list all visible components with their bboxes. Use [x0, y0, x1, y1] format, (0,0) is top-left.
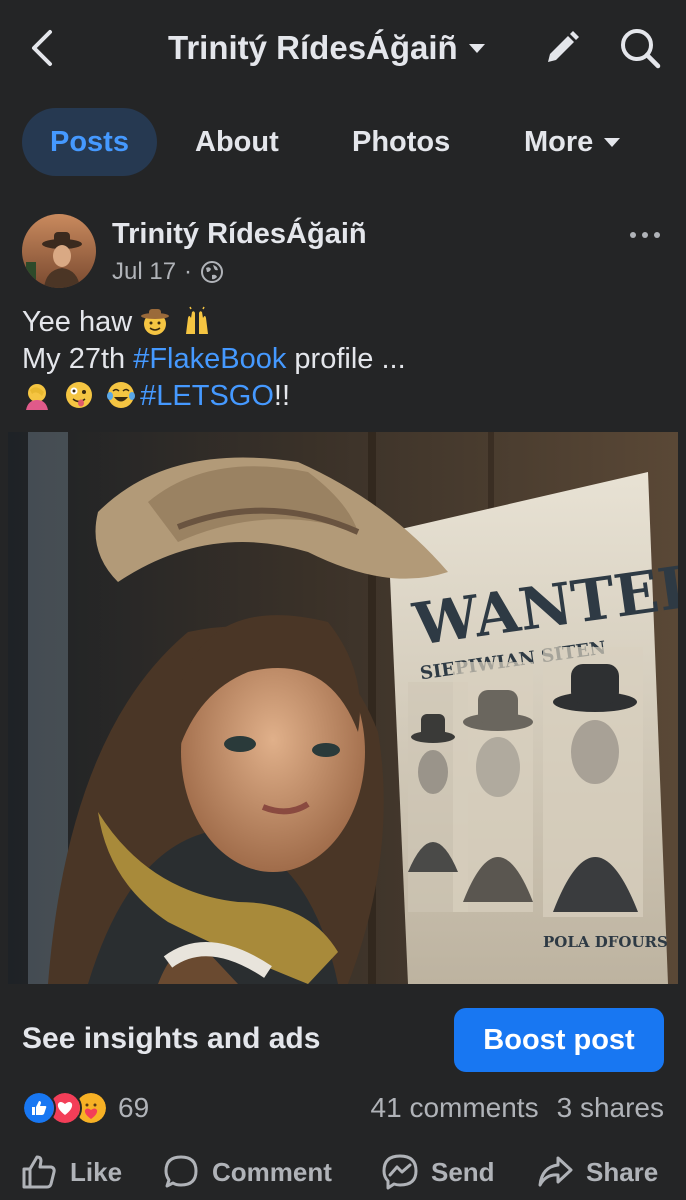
- search-button[interactable]: [616, 24, 664, 72]
- like-label: Like: [70, 1156, 123, 1187]
- share-button[interactable]: Share: [536, 1148, 658, 1196]
- comment-icon: [164, 1155, 198, 1188]
- shares-count[interactable]: 3 shares: [557, 1092, 664, 1124]
- reaction-count: 69: [118, 1092, 150, 1123]
- comment-label: Comment: [212, 1156, 332, 1187]
- page-title: Trinitý RídesÁğaiñ: [168, 29, 458, 66]
- send-button[interactable]: Send: [381, 1148, 495, 1196]
- tab-label: More: [524, 125, 594, 158]
- cowboy-emoji-icon: [141, 309, 170, 335]
- search-icon: [621, 29, 661, 69]
- tab-photos[interactable]: Photos: [352, 108, 450, 176]
- like-reaction-icon: [22, 1091, 56, 1125]
- post-line-2: My 27th #FlakeBook profile ...: [22, 343, 406, 375]
- pencil-icon: [548, 31, 579, 62]
- post-date[interactable]: Jul 17: [112, 258, 176, 286]
- post-action-bar: Like Comment Send Share: [0, 1148, 686, 1200]
- caret-down-icon: [468, 44, 485, 53]
- post-line-1: Yee haw: [22, 304, 662, 341]
- see-insights-link[interactable]: See insights and ads: [22, 1022, 320, 1056]
- zany-face-emoji-icon: [66, 382, 93, 408]
- thumbs-up-icon: [22, 1155, 56, 1189]
- engagement-stats: 41 comments 3 shares: [371, 1088, 664, 1128]
- share-label: Share: [586, 1156, 659, 1187]
- top-bar: Trinitý RídesÁğaiñ: [0, 0, 686, 96]
- post-photo[interactable]: WANTED SIEPIWIAN SITEN POLA DFOURS: [8, 432, 678, 984]
- chevron-left-icon: [32, 30, 52, 66]
- globe-icon: [201, 261, 224, 283]
- poster-caption: POLA DFOURS: [543, 933, 668, 951]
- boost-post-button[interactable]: Boost post: [454, 1008, 664, 1072]
- messenger-icon: [382, 1154, 418, 1190]
- post-line-3: #LETSGO!!: [22, 378, 662, 415]
- post-author[interactable]: Trinitý RídesÁğaiñ: [112, 218, 367, 251]
- reactions-summary[interactable]: 69: [22, 1088, 149, 1128]
- tab-about[interactable]: About: [195, 108, 279, 176]
- send-label: Send: [431, 1156, 495, 1187]
- tears-of-joy-emoji-icon: [107, 382, 136, 408]
- post-image: WANTED SIEPIWIAN SITEN POLA DFOURS: [8, 432, 678, 984]
- like-button[interactable]: Like: [20, 1148, 122, 1196]
- hashtag-link[interactable]: #LETSGO: [140, 380, 274, 412]
- avatar[interactable]: [22, 214, 96, 288]
- profile-title-dropdown[interactable]: Trinitý RídesÁğaiñ: [168, 28, 486, 68]
- tab-posts[interactable]: Posts: [22, 108, 157, 176]
- raised-hands-emoji-icon: [186, 306, 209, 334]
- profile-tabs: Posts About Photos More: [0, 108, 686, 178]
- post-text: Yee haw My 27th #FlakeBook profile ... #…: [22, 304, 662, 415]
- meta-separator: ·: [184, 258, 193, 285]
- share-arrow-icon: [538, 1156, 573, 1187]
- more-options-icon: [630, 232, 660, 238]
- post-options-button[interactable]: [628, 228, 662, 242]
- facepalm-emoji-icon: [26, 384, 48, 410]
- hashtag-link[interactable]: #FlakeBook: [133, 343, 286, 375]
- post-meta: Jul 17 ·: [112, 258, 224, 286]
- caret-down-icon: [604, 138, 621, 147]
- post-header: Trinitý RídesÁğaiñ Jul 17 ·: [0, 210, 686, 290]
- comments-count[interactable]: 41 comments: [371, 1092, 539, 1124]
- tab-label: Posts: [50, 125, 129, 158]
- back-button[interactable]: [22, 24, 66, 72]
- tab-label: About: [195, 125, 279, 158]
- avatar-image: [22, 214, 96, 288]
- tab-label: Photos: [352, 125, 451, 158]
- edit-button[interactable]: [540, 26, 584, 70]
- comment-button[interactable]: Comment: [162, 1148, 332, 1196]
- tab-more[interactable]: More: [524, 108, 621, 176]
